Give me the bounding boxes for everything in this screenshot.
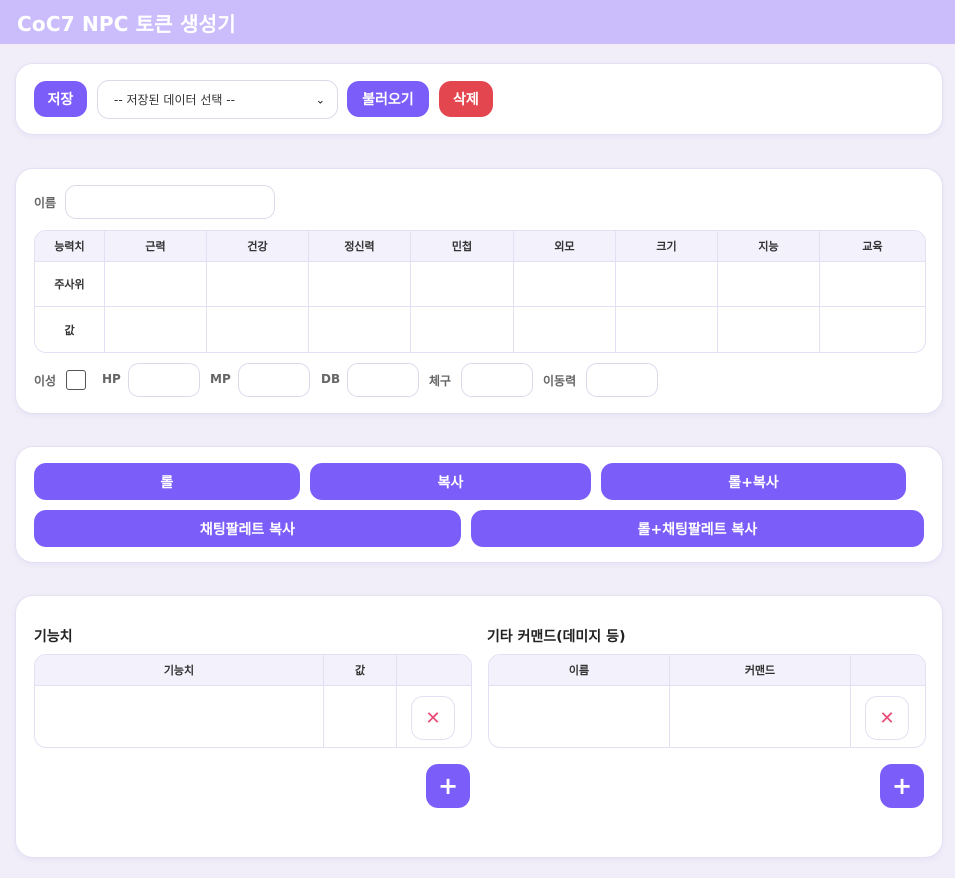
skill-value-cell[interactable] [324,686,397,747]
mp-input[interactable] [238,363,310,397]
col-header: 지능 [718,231,820,262]
delete-skill-button[interactable]: ✕ [411,696,455,740]
command-value-cell[interactable] [670,686,851,747]
name-label: 이름 [34,196,57,210]
close-icon: ✕ [425,707,441,729]
dice-cell[interactable] [309,262,411,307]
saved-data-select[interactable]: -- 저장된 데이터 선택 -- ⌄ [97,80,338,119]
db-label: DB [321,372,341,386]
roll-chat-palette-copy-button[interactable]: 롤+채팅팔레트 복사 [471,510,924,547]
sanity-label: 이성 [34,374,57,388]
col-header: 건강 [207,231,309,262]
table-row [489,686,925,747]
row-header: 주사위 [35,262,105,307]
value-cell[interactable] [411,307,514,352]
actions-panel: 롤 복사 롤+복사 채팅팔레트 복사 롤+채팅팔레트 복사 [15,446,943,563]
roll-button[interactable]: 롤 [34,463,300,500]
stats-panel: 이름 능력치 근력 건강 정신력 민첩 외모 크기 지능 교육 주사위 값 이성… [15,168,943,414]
db-input[interactable] [347,363,419,397]
value-cell[interactable] [309,307,411,352]
value-cell[interactable] [718,307,820,352]
delete-command-button[interactable]: ✕ [865,696,909,740]
save-button[interactable]: 저장 [34,81,87,117]
col-header [397,655,471,686]
col-header: 값 [324,655,397,686]
add-skill-button[interactable]: + [426,764,470,808]
chevron-down-icon: ⌄ [315,93,325,106]
chat-palette-copy-button[interactable]: 채팅팔레트 복사 [34,510,461,547]
build-label: 체구 [429,374,452,388]
value-cell[interactable] [820,307,925,352]
skill-name-cell[interactable] [35,686,324,747]
plus-icon: + [437,772,459,800]
col-header: 기능치 [35,655,324,686]
table-row [35,686,471,747]
skills-commands-panel: 기능치 기능치 값 ✕ + 기타 커맨드(데미지 등) 이름 커맨드 ✕ + [15,595,943,858]
move-input[interactable] [586,363,658,397]
dice-row: 주사위 [35,262,925,307]
plus-icon: + [891,772,913,800]
row-header: 값 [35,307,105,352]
commands-table: 이름 커맨드 [488,654,926,748]
value-cell[interactable] [514,307,616,352]
col-header: 커맨드 [670,655,851,686]
value-row: 값 [35,307,925,352]
stats-table: 능력치 근력 건강 정신력 민첩 외모 크기 지능 교육 주사위 값 [34,230,926,353]
dice-cell[interactable] [411,262,514,307]
name-input[interactable] [65,185,275,219]
value-cell[interactable] [105,307,207,352]
col-header: 이름 [489,655,670,686]
commands-title: 기타 커맨드(데미지 등) [487,629,626,645]
build-input[interactable] [461,363,533,397]
skills-title: 기능치 [34,629,73,645]
saved-data-select-value: -- 저장된 데이터 선택 -- [114,93,235,107]
hp-input[interactable] [128,363,200,397]
skills-header-row: 기능치 값 [35,655,471,686]
value-cell[interactable] [207,307,309,352]
commands-header-row: 이름 커맨드 [489,655,925,686]
col-header: 크기 [616,231,718,262]
col-header: 능력치 [35,231,105,262]
save-panel: 저장 -- 저장된 데이터 선택 -- ⌄ 불러오기 삭제 [15,63,943,135]
close-icon: ✕ [879,707,895,729]
col-header: 외모 [514,231,616,262]
app-title: CoC7 NPC 토큰 생성기 [17,11,236,36]
command-name-cell[interactable] [489,686,670,747]
col-header: 정신력 [309,231,411,262]
dice-cell[interactable] [105,262,207,307]
col-header: 민첩 [411,231,514,262]
hp-label: HP [102,372,121,386]
col-header: 근력 [105,231,207,262]
dice-cell[interactable] [820,262,925,307]
app-header: CoC7 NPC 토큰 생성기 [0,0,955,44]
dice-cell[interactable] [718,262,820,307]
skills-table: 기능치 값 [34,654,472,748]
col-header [851,655,925,686]
roll-copy-button[interactable]: 롤+복사 [601,463,906,500]
dice-cell[interactable] [616,262,718,307]
load-button[interactable]: 불러오기 [347,81,429,117]
add-command-button[interactable]: + [880,764,924,808]
sanity-checkbox[interactable] [66,370,86,390]
delete-button[interactable]: 삭제 [439,81,493,117]
dice-cell[interactable] [514,262,616,307]
value-cell[interactable] [616,307,718,352]
dice-cell[interactable] [207,262,309,307]
mp-label: MP [210,372,231,386]
copy-button[interactable]: 복사 [310,463,591,500]
col-header: 교육 [820,231,925,262]
stats-header-row: 능력치 근력 건강 정신력 민첩 외모 크기 지능 교육 [35,231,925,262]
move-label: 이동력 [543,374,577,388]
